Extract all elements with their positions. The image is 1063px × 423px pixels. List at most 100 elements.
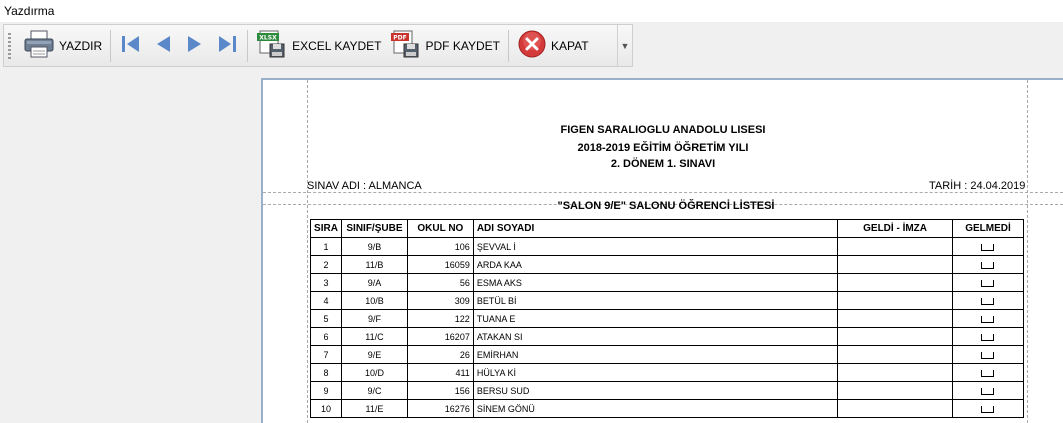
- row-absent-cell: [951, 291, 1025, 310]
- last-page-icon: [215, 33, 239, 58]
- row-signature-cell: [837, 291, 953, 310]
- row-student-name: ARDA KAA: [472, 255, 839, 274]
- toolbar-separator: [507, 29, 509, 62]
- margin-guide-header: [263, 192, 1063, 193]
- table-row: 10 11/E 16276 SİNEM GÖNÜ: [310, 399, 1025, 418]
- exam-date: TARİH : 24.04.2019: [929, 180, 1026, 192]
- report-page: FIGEN SARALIOGLU ANADOLU LİSESİ 2018-201…: [261, 78, 1063, 423]
- row-signature-cell: [837, 237, 953, 256]
- row-school-no: 309: [406, 291, 474, 310]
- row-number: 3: [310, 273, 342, 292]
- first-page-icon: [119, 33, 143, 58]
- column-header: ADI SOYADI: [472, 219, 839, 238]
- row-class: 10/B: [340, 291, 408, 310]
- excel-file-icon: XLSX: [256, 29, 288, 62]
- absent-checkbox-mark: [981, 243, 995, 251]
- toolbar: YAZDIR XLSX EXCEL KAYDET PDF PDF KAYDET …: [3, 24, 633, 67]
- row-class: 9/C: [340, 381, 408, 400]
- row-class: 9/B: [340, 237, 408, 256]
- column-header: GELDİ - İMZA: [837, 219, 953, 238]
- row-school-no: 106: [406, 237, 474, 256]
- table-row: 7 9/E 26 EMİRHAN: [310, 345, 1025, 364]
- pdf-save-label: PDF KAYDET: [425, 38, 500, 53]
- student-table: SIRA SINIF/ŞUBE OKUL NO ADI SOYADI GELDİ…: [310, 219, 1025, 418]
- row-student-name: SİNEM GÖNÜ: [472, 399, 839, 418]
- print-label: YAZDIR: [59, 38, 103, 53]
- absent-checkbox-mark: [981, 333, 995, 341]
- toolbar-grip[interactable]: [8, 32, 11, 59]
- row-number: 9: [310, 381, 342, 400]
- row-absent-cell: [951, 255, 1025, 274]
- table-row: 2 11/B 16059 ARDA KAA: [310, 255, 1025, 274]
- table-row: 1 9/B 106 ŞEVVAL İ: [310, 237, 1025, 256]
- close-label: KAPAT: [550, 38, 589, 53]
- absent-checkbox-mark: [981, 279, 995, 287]
- row-absent-cell: [951, 309, 1025, 328]
- table-row: 9 9/C 156 BERSU SUD: [310, 381, 1025, 400]
- row-student-name: ESMA AKS: [472, 273, 839, 292]
- row-number: 7: [310, 345, 342, 364]
- table-row: 4 10/B 309 BETÜL Bİ: [310, 291, 1025, 310]
- row-number: 5: [310, 309, 342, 328]
- toolbar-separator: [247, 29, 249, 62]
- previous-page-icon: [151, 33, 175, 58]
- row-school-no: 26: [406, 345, 474, 364]
- excel-save-button[interactable]: XLSX EXCEL KAYDET: [252, 28, 385, 64]
- row-student-name: HÜLYA Kİ: [472, 363, 839, 382]
- absent-checkbox-mark: [981, 297, 995, 305]
- row-signature-cell: [837, 381, 953, 400]
- row-absent-cell: [951, 345, 1025, 364]
- column-header: SIRA: [310, 219, 342, 238]
- row-signature-cell: [837, 255, 953, 274]
- table-header-row: SIRA SINIF/ŞUBE OKUL NO ADI SOYADI GELDİ…: [310, 219, 1025, 238]
- previous-page-button[interactable]: [147, 28, 179, 64]
- row-school-no: 16059: [406, 255, 474, 274]
- row-signature-cell: [837, 363, 953, 382]
- row-signature-cell: [837, 273, 953, 292]
- row-school-no: 16276: [406, 399, 474, 418]
- row-school-no: 411: [406, 363, 474, 382]
- row-school-no: 56: [406, 273, 474, 292]
- preview-area: FIGEN SARALIOGLU ANADOLU LİSESİ 2018-201…: [0, 70, 1063, 423]
- absent-checkbox-mark: [981, 387, 995, 395]
- absent-checkbox-mark: [981, 351, 995, 359]
- exam-period: 2. DÖNEM 1. SINAVI: [610, 158, 716, 170]
- pdf-save-button[interactable]: PDF PDF KAYDET: [386, 28, 504, 64]
- row-student-name: BERSU SUD: [472, 381, 839, 400]
- print-button[interactable]: YAZDIR: [19, 28, 106, 64]
- row-signature-cell: [837, 309, 953, 328]
- column-header: SINIF/ŞUBE: [340, 219, 408, 238]
- row-class: 9/A: [340, 273, 408, 292]
- last-page-button[interactable]: [211, 28, 243, 64]
- row-number: 10: [310, 399, 342, 418]
- absent-checkbox-mark: [981, 261, 995, 269]
- row-class: 10/D: [340, 363, 408, 382]
- row-signature-cell: [837, 399, 953, 418]
- list-title: "SALON 9/E" SALONU ÖĞRENCİ LİSTESİ: [557, 200, 775, 212]
- row-student-name: TUANA E: [472, 309, 839, 328]
- report-header: FIGEN SARALIOGLU ANADOLU LİSESİ 2018-201…: [263, 124, 1063, 172]
- row-class: 11/B: [340, 255, 408, 274]
- row-number: 4: [310, 291, 342, 310]
- absent-checkbox-mark: [981, 405, 995, 413]
- row-class: 9/F: [340, 309, 408, 328]
- row-number: 1: [310, 237, 342, 256]
- row-school-no: 156: [406, 381, 474, 400]
- row-absent-cell: [951, 237, 1025, 256]
- excel-icon-text: XLSX: [259, 35, 277, 42]
- toolbar-overflow-button[interactable]: ▼: [617, 25, 632, 66]
- row-class: 11/C: [340, 327, 408, 346]
- exam-name: SINAV ADI : ALMANCA: [307, 180, 422, 192]
- next-page-button[interactable]: [179, 28, 211, 64]
- toolbar-separator: [110, 29, 112, 62]
- close-button[interactable]: KAPAT: [513, 28, 593, 64]
- pdf-file-icon: PDF: [390, 29, 422, 62]
- column-header: OKUL NO: [406, 219, 474, 238]
- table-row: 8 10/D 411 HÜLYA Kİ: [310, 363, 1025, 382]
- row-class: 9/E: [340, 345, 408, 364]
- table-row: 5 9/F 122 TUANA E: [310, 309, 1025, 328]
- row-absent-cell: [951, 399, 1025, 418]
- row-absent-cell: [951, 363, 1025, 382]
- row-absent-cell: [951, 381, 1025, 400]
- first-page-button[interactable]: [115, 28, 147, 64]
